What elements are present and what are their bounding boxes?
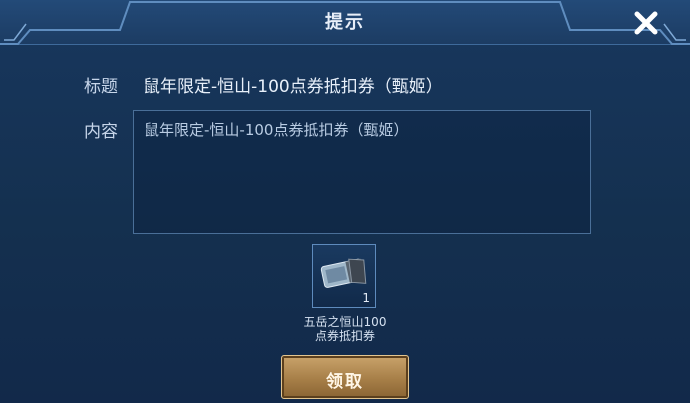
reward-count: 1 bbox=[362, 291, 370, 305]
dialog-title: 提示 bbox=[325, 12, 365, 33]
content-label: 内容 bbox=[84, 122, 118, 142]
mail-dialog: 提示 标题 鼠年限定-恒山-100点券抵扣券（甄姬） 内容 鼠年限定-恒山-10… bbox=[0, 0, 690, 403]
mail-title-value: 鼠年限定-恒山-100点券抵扣券（甄姬） bbox=[143, 77, 443, 97]
content-box[interactable]: 鼠年限定-恒山-100点券抵扣券（甄姬） bbox=[133, 110, 591, 234]
mail-content-text: 鼠年限定-恒山-100点券抵扣券（甄姬） bbox=[144, 121, 409, 139]
claim-button[interactable]: 领取 bbox=[281, 355, 409, 399]
reward-name: 五岳之恒山100点券抵扣券 bbox=[303, 315, 387, 343]
claim-button-label: 领取 bbox=[326, 372, 364, 392]
close-button[interactable] bbox=[632, 9, 660, 37]
title-label: 标题 bbox=[84, 77, 118, 97]
reward-item-slot[interactable]: 1 bbox=[312, 244, 376, 308]
close-icon bbox=[634, 11, 658, 35]
